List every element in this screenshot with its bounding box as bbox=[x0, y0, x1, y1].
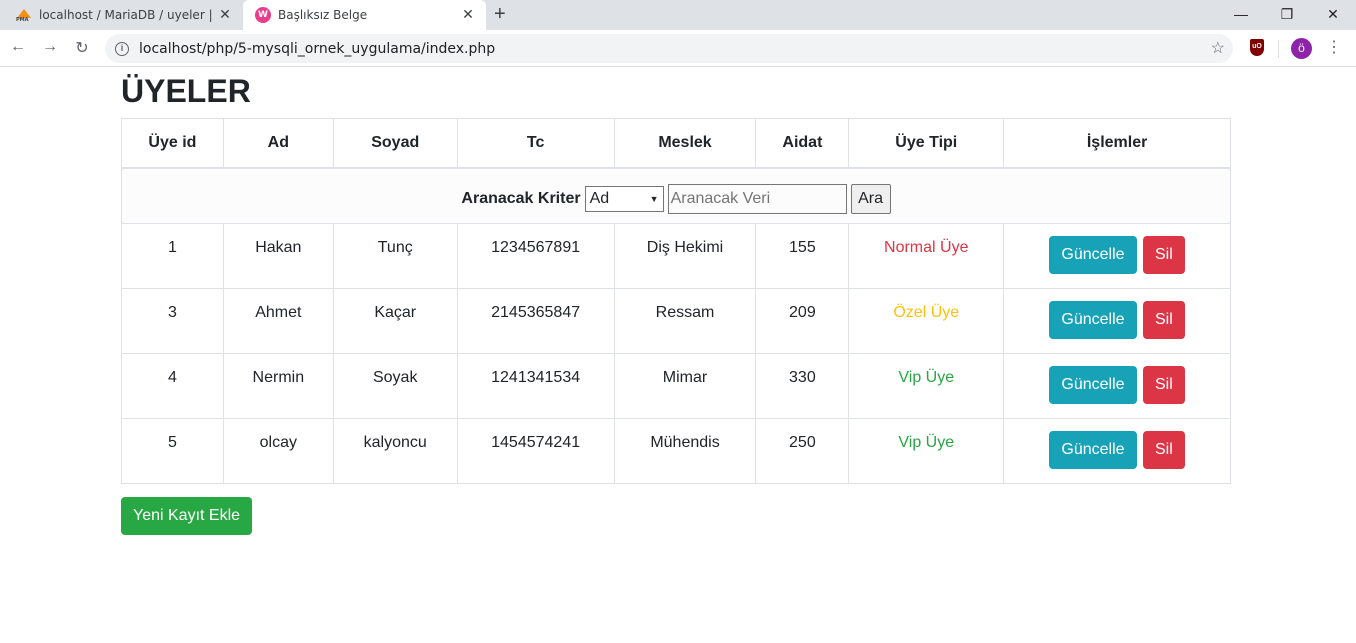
close-icon[interactable]: ✕ bbox=[215, 7, 235, 23]
minimize-icon[interactable]: — bbox=[1218, 0, 1264, 30]
update-button[interactable]: Güncelle bbox=[1049, 236, 1137, 274]
update-button[interactable]: Güncelle bbox=[1049, 366, 1137, 404]
delete-button[interactable]: Sil bbox=[1143, 366, 1185, 404]
cell-soyad: kalyoncu bbox=[332, 418, 458, 484]
delete-button[interactable]: Sil bbox=[1143, 236, 1185, 274]
cell-tc: 1454574241 bbox=[456, 418, 615, 484]
back-arrow-icon[interactable]: ← bbox=[8, 38, 28, 56]
cell-tc: 1234567891 bbox=[456, 223, 615, 289]
address-bar: ← → ↻ i localhost/php/5-mysqli_ornek_uyg… bbox=[0, 30, 1356, 67]
tab-bar: PMA localhost / MariaDB / uyeler | php ✕… bbox=[0, 0, 1356, 30]
cell-actions: Güncelle Sil bbox=[1003, 418, 1231, 484]
members-table: Aranacak Kriter Ad ▼ Aranacak Veri Ara Ü… bbox=[121, 118, 1231, 484]
page-favicon-icon: W bbox=[255, 7, 271, 23]
table-row: 1 Hakan Tunç 1234567891 Diş Hekimi 155 N… bbox=[121, 223, 1231, 289]
table-body: 1 Hakan Tunç 1234567891 Diş Hekimi 155 N… bbox=[121, 223, 1231, 484]
toolbar-divider bbox=[1278, 40, 1279, 58]
table-row: 4 Nermin Soyak 1241341534 Mimar 330 Vip … bbox=[121, 353, 1231, 419]
cell-soyad: Kaçar bbox=[332, 288, 458, 354]
search-button[interactable]: Ara bbox=[850, 183, 891, 214]
info-icon[interactable]: i bbox=[115, 41, 129, 56]
profile-avatar[interactable]: ö bbox=[1291, 38, 1312, 59]
cell-ad: Nermin bbox=[222, 353, 334, 419]
cell-id: 5 bbox=[121, 418, 224, 484]
cell-aidat: 155 bbox=[755, 223, 850, 289]
update-button[interactable]: Güncelle bbox=[1049, 431, 1137, 469]
restore-icon[interactable]: ❐ bbox=[1264, 0, 1310, 30]
table-row: 3 Ahmet Kaçar 2145365847 Ressam 209 Özel… bbox=[121, 288, 1231, 354]
table-header-row: Üye id Ad Soyad Tc Meslek Aidat Üye Tipi… bbox=[121, 118, 1231, 169]
cell-ad: olcay bbox=[222, 418, 334, 484]
phpmyadmin-favicon-icon: PMA bbox=[16, 9, 32, 23]
column-header-id: Üye id bbox=[121, 118, 224, 169]
bookmark-star-icon[interactable]: ☆ bbox=[1211, 38, 1225, 58]
criteria-select[interactable]: Ad ▼ bbox=[584, 185, 664, 212]
search-row: Aranacak Kriter Ad ▼ Aranacak Veri Ara bbox=[121, 167, 1231, 224]
url-omnibox[interactable]: i localhost/php/5-mysqli_ornek_uygulama/… bbox=[105, 34, 1233, 63]
cell-meslek: Diş Hekimi bbox=[613, 223, 757, 289]
column-header-aidat: Aidat bbox=[755, 118, 850, 169]
tab-title: Başlıksız Belge bbox=[278, 8, 368, 22]
column-header-ad: Ad bbox=[222, 118, 334, 169]
cell-id: 1 bbox=[121, 223, 224, 289]
column-header-meslek: Meslek bbox=[613, 118, 757, 169]
page-content: ÜYELER Aranacak Kriter Ad ▼ Aranacak Ver… bbox=[121, 68, 1231, 535]
column-header-tc: Tc bbox=[456, 118, 615, 169]
tab-active[interactable]: W Başlıksız Belge ✕ bbox=[243, 0, 486, 30]
column-header-soyad: Soyad bbox=[332, 118, 458, 169]
tab-phpmyadmin[interactable]: PMA localhost / MariaDB / uyeler | php ✕ bbox=[0, 0, 243, 30]
criteria-selected-value: Ad bbox=[589, 189, 610, 207]
cell-soyad: Soyak bbox=[332, 353, 458, 419]
delete-button[interactable]: Sil bbox=[1143, 431, 1185, 469]
page-title: ÜYELER bbox=[121, 73, 251, 109]
column-header-uye-tipi: Üye Tipi bbox=[848, 118, 1005, 169]
search-input[interactable]: Aranacak Veri bbox=[667, 183, 847, 214]
cell-uye-tipi: Vip Üye bbox=[848, 418, 1005, 484]
cell-aidat: 250 bbox=[755, 418, 850, 484]
more-menu-icon[interactable]: ⋮ bbox=[1326, 37, 1342, 57]
cell-meslek: Mühendis bbox=[613, 418, 757, 484]
cell-uye-tipi: Vip Üye bbox=[848, 353, 1005, 419]
url-text[interactable]: localhost/php/5-mysqli_ornek_uygulama/in… bbox=[139, 41, 495, 57]
update-button[interactable]: Güncelle bbox=[1049, 301, 1137, 339]
cell-soyad: Tunç bbox=[332, 223, 458, 289]
search-form: Aranacak Kriter Ad ▼ Aranacak Veri Ara bbox=[122, 183, 1230, 214]
forward-arrow-icon[interactable]: → bbox=[40, 38, 60, 56]
dropdown-arrow-icon: ▼ bbox=[649, 193, 659, 204]
reload-icon[interactable]: ↻ bbox=[72, 38, 92, 58]
table-row: 5 olcay kalyoncu 1454574241 Mühendis 250… bbox=[121, 418, 1231, 484]
cell-uye-tipi: Normal Üye bbox=[848, 223, 1005, 289]
cell-uye-tipi: Özel Üye bbox=[848, 288, 1005, 354]
cell-tc: 1241341534 bbox=[456, 353, 615, 419]
cell-aidat: 209 bbox=[755, 288, 850, 354]
add-record-button[interactable]: Yeni Kayıt Ekle bbox=[121, 497, 253, 535]
ublock-shield-icon[interactable]: uO bbox=[1250, 39, 1264, 56]
search-criteria-label: Aranacak Kriter bbox=[461, 189, 581, 207]
cell-aidat: 330 bbox=[755, 353, 850, 419]
window-close-icon[interactable]: ✕ bbox=[1310, 0, 1356, 30]
cell-tc: 2145365847 bbox=[456, 288, 615, 354]
tab-title: localhost / MariaDB / uyeler | php bbox=[39, 8, 215, 22]
delete-button[interactable]: Sil bbox=[1143, 301, 1185, 339]
cell-id: 3 bbox=[121, 288, 224, 354]
cell-ad: Hakan bbox=[222, 223, 334, 289]
cell-actions: Güncelle Sil bbox=[1003, 353, 1231, 419]
close-icon[interactable]: ✕ bbox=[458, 7, 478, 23]
cell-actions: Güncelle Sil bbox=[1003, 223, 1231, 289]
cell-meslek: Ressam bbox=[613, 288, 757, 354]
column-header-islemler: İşlemler bbox=[1003, 118, 1231, 169]
cell-actions: Güncelle Sil bbox=[1003, 288, 1231, 354]
cell-meslek: Mimar bbox=[613, 353, 757, 419]
new-tab-plus-icon[interactable]: + bbox=[494, 3, 506, 26]
cell-id: 4 bbox=[121, 353, 224, 419]
cell-ad: Ahmet bbox=[222, 288, 334, 354]
